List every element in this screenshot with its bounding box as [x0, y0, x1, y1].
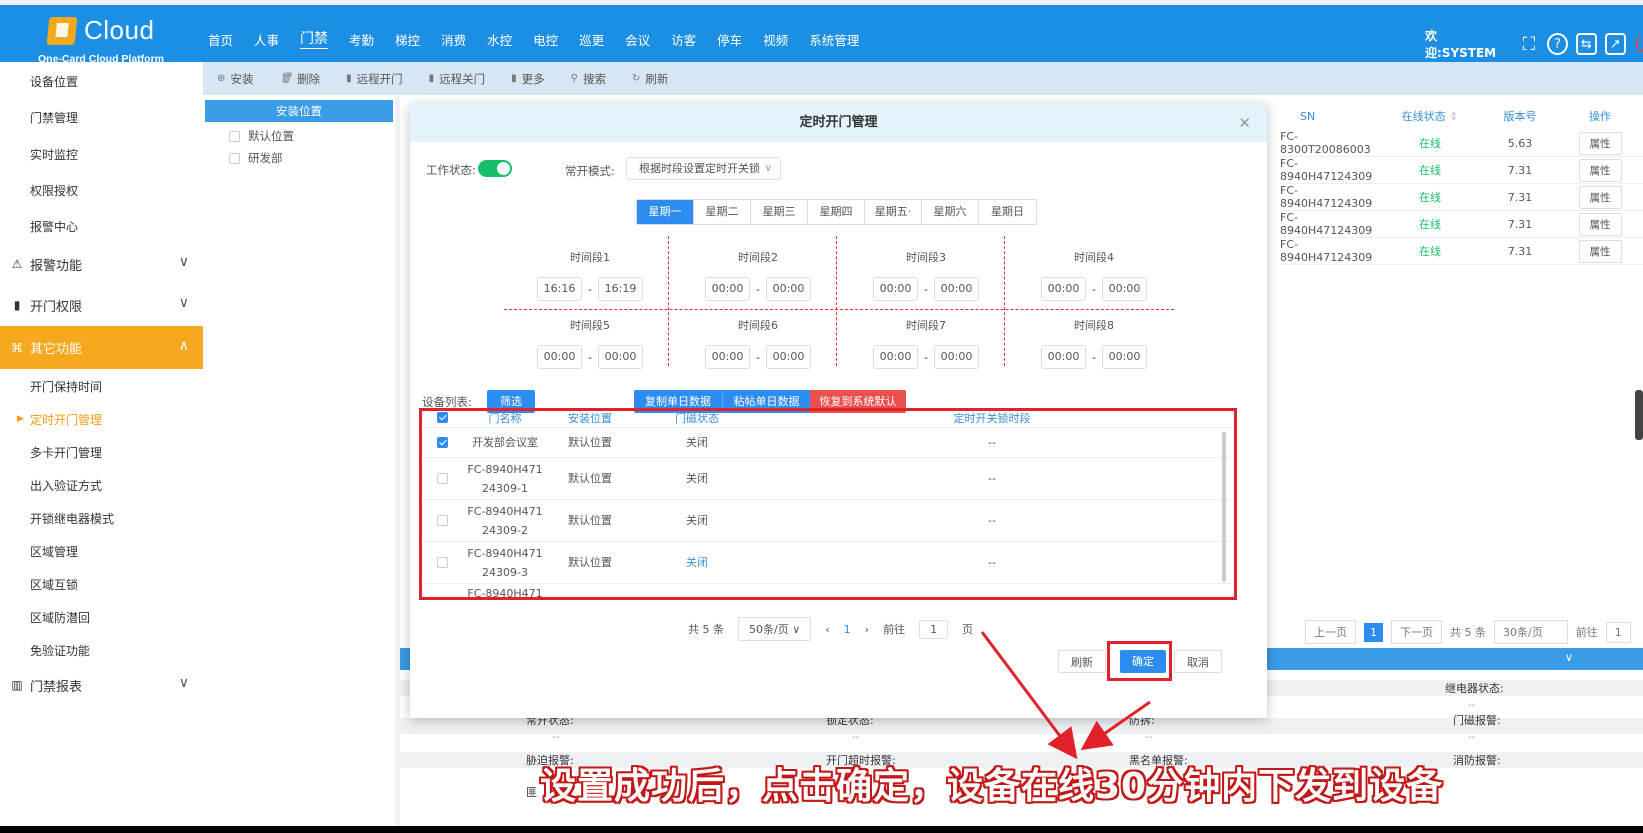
annotation-arrows — [980, 631, 1151, 760]
arrow-from-table — [980, 631, 1078, 760]
arrow-from-confirm — [1080, 700, 1151, 751]
tutorial-caption: 设置成功后，点击确定，设备在线30分钟内下发到设备 — [540, 766, 1444, 807]
video-bottom-band — [0, 826, 1643, 833]
app-frame: Cloud One-Card Cloud Platform 首页 人事 门禁 考… — [0, 0, 1643, 826]
side-handle[interactable] — [1635, 390, 1643, 440]
